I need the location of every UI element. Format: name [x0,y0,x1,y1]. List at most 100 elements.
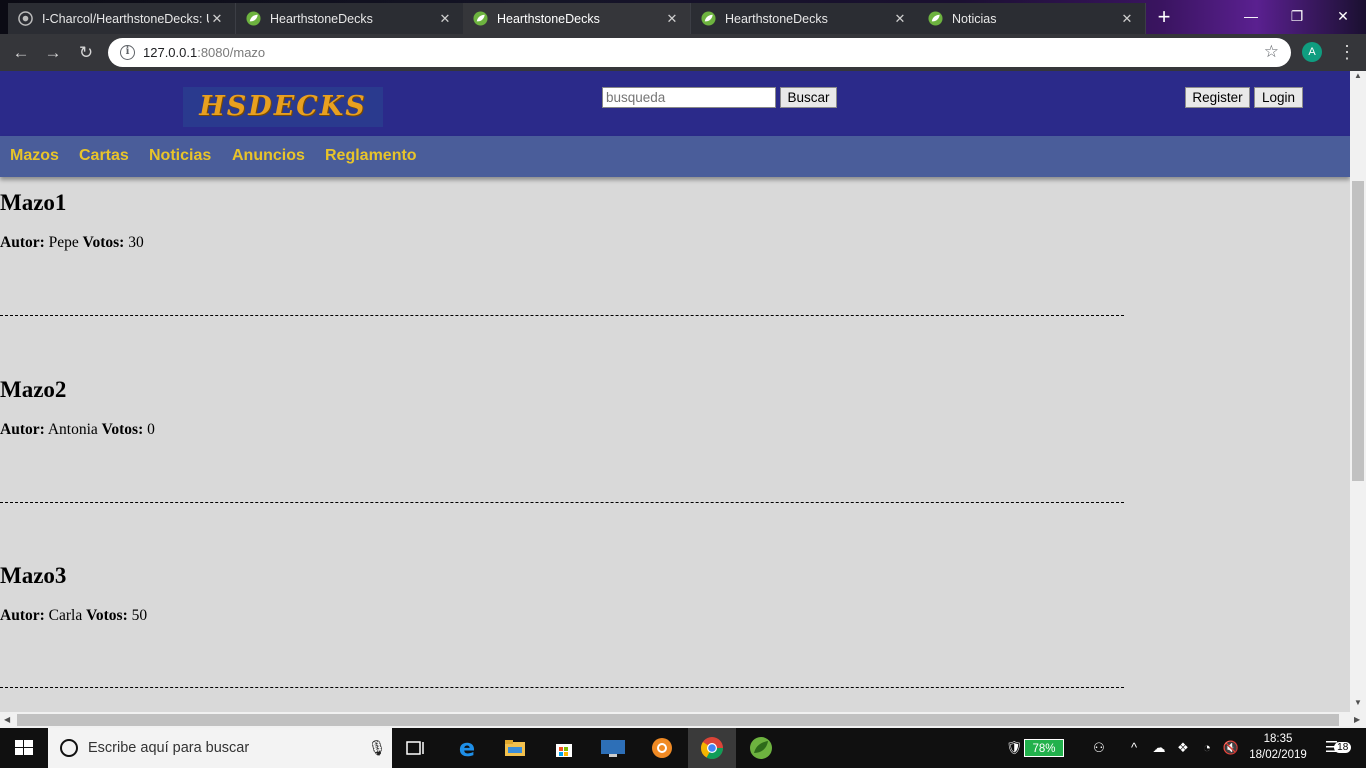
browser-tab-strip: I-Charcol/HearthstoneDecks: U ✕ Hearthst… [0,0,1366,34]
minimize-window-button[interactable]: — [1228,0,1274,32]
scroll-down-arrow-icon[interactable]: ▼ [1350,698,1366,707]
site-logo[interactable]: HSDECKS [183,87,383,127]
deck-title[interactable]: Mazo2 [0,377,1124,403]
browser-tab[interactable]: Noticias ✕ [918,3,1146,34]
site-info-icon[interactable]: i [120,45,135,60]
deck-meta: Autor: Antonia Votos: 0 [0,421,1124,439]
votes-label: Votos: [86,607,128,624]
author-label: Autor: [0,607,45,624]
action-center-icon[interactable]: ☰18 [1320,728,1356,768]
votes-label: Votos: [101,421,144,438]
nav-item-mazos[interactable]: Mazos [10,147,59,165]
close-window-button[interactable]: ✕ [1320,0,1366,32]
wifi-icon[interactable]: ◔ [1196,728,1218,768]
back-arrow-icon[interactable]: ← [9,41,33,65]
people-icon[interactable]: ⚇ [1088,728,1110,768]
url-host: 127.0.0.1 [143,45,198,60]
new-tab-button[interactable]: + [1150,5,1178,31]
nav-item-anuncios[interactable]: Anuncios [232,147,305,165]
deck-title[interactable]: Mazo1 [0,190,1124,216]
spring-leaf-icon [928,11,943,26]
scroll-right-arrow-icon[interactable]: ▶ [1354,715,1360,724]
reload-icon[interactable]: ↻ [74,41,98,65]
votes-count: 50 [131,607,148,624]
spring-leaf-icon [246,11,261,26]
deck-item: Mazo2 Autor: Antonia Votos: 0 [0,377,1124,503]
bookmark-star-icon[interactable]: ☆ [1264,42,1279,62]
tab-title: HearthstoneDecks [725,11,828,26]
url-path: :8080/mazo [197,45,266,60]
vertical-scrollbar[interactable]: ▲ ▼ [1350,71,1366,714]
scroll-left-arrow-icon[interactable]: ◀ [4,715,10,724]
browser-tab[interactable]: HearthstoneDecks ✕ [691,3,919,34]
dashed-divider [0,315,1124,316]
horizontal-scrollbar[interactable]: ◀ ▶ [0,712,1366,728]
nav-item-reglamento[interactable]: Reglamento [325,147,417,165]
deck-title[interactable]: Mazo3 [0,563,1124,589]
login-button[interactable]: Login [1254,87,1303,108]
dropbox-icon[interactable]: ❖ [1172,728,1194,768]
task-view-icon[interactable] [392,728,440,768]
votes-count: 0 [147,421,155,438]
author-name: Antonia [47,421,98,438]
taskbar-search-box[interactable]: Escribe aquí para buscar 🎙 [48,728,392,768]
browser-tab-active[interactable]: HearthstoneDecks ✕ [463,3,691,34]
close-tab-icon[interactable]: ✕ [1119,11,1135,27]
file-explorer-icon[interactable] [491,728,539,768]
browser-menu-icon[interactable]: ⋮ [1338,40,1356,64]
scrollbar-thumb[interactable] [1352,181,1364,481]
chrome-icon[interactable] [688,728,736,768]
onedrive-cloud-icon[interactable]: ☁ [1148,728,1170,768]
tab-title: HearthstoneDecks [270,11,373,26]
settings-gear-app-icon[interactable] [638,728,686,768]
votes-count: 30 [128,234,144,251]
browser-toolbar: ← → ↻ i 127.0.0.1:8080/mazo ☆ A ⋮ [0,34,1366,71]
taskbar-search-placeholder: Escribe aquí para buscar [88,740,250,756]
clock-date: 18/02/2019 [1249,749,1307,761]
profile-avatar[interactable]: A [1302,42,1322,62]
windows-logo-icon [15,740,33,755]
address-bar[interactable]: i 127.0.0.1:8080/mazo ☆ [108,38,1291,67]
deck-meta: Autor: Pepe Votos: 30 [0,234,1124,252]
close-tab-icon[interactable]: ✕ [437,11,453,27]
forward-arrow-icon[interactable]: → [41,41,65,65]
restore-window-button[interactable]: ❐ [1274,0,1320,32]
chevron-up-icon[interactable]: ^ [1124,728,1144,768]
search-button[interactable]: Buscar [780,87,837,108]
start-button[interactable] [0,728,48,768]
dashed-divider [0,687,1124,688]
lenovo-app-icon[interactable] [589,728,637,768]
battery-indicator[interactable]: 78% [1024,739,1064,757]
nav-item-cartas[interactable]: Cartas [79,147,129,165]
clock-time: 18:35 [1263,733,1293,745]
deck-meta: Autor: Carla Votos: 50 [0,607,1124,625]
nav-item-noticias[interactable]: Noticias [149,147,211,165]
system-clock[interactable]: 18:35 18/02/2019 [1248,731,1308,763]
github-icon [18,11,33,26]
spring-tool-suite-icon[interactable] [737,728,785,768]
close-tab-icon[interactable]: ✕ [892,11,908,27]
author-label: Autor: [0,234,45,251]
search-input[interactable] [602,87,776,108]
taskbar: Escribe aquí para buscar 🎙 e 🛡 78% ⚇ ^ ☁… [0,728,1366,768]
browser-tab[interactable]: I-Charcol/HearthstoneDecks: U ✕ [8,3,236,34]
author-label: Autor: [0,421,45,438]
scroll-up-arrow-icon[interactable]: ▲ [1350,71,1366,80]
close-tab-icon[interactable]: ✕ [209,11,225,27]
register-button[interactable]: Register [1185,87,1250,108]
tab-title: I-Charcol/HearthstoneDecks: U [42,11,209,26]
spring-leaf-icon [701,11,716,26]
author-name: Carla [48,607,83,624]
microsoft-store-icon[interactable] [540,728,588,768]
scrollbar-thumb[interactable] [17,714,1339,726]
microphone-icon[interactable]: 🎙 [362,739,392,757]
notification-count: 18 [1334,742,1352,753]
volume-muted-icon[interactable]: 🔇 [1220,728,1242,768]
edge-browser-icon[interactable]: e [443,728,491,768]
deck-item: Mazo1 Autor: Pepe Votos: 30 [0,190,1124,316]
dashed-divider [0,502,1124,503]
security-shield-icon[interactable]: 🛡 [1004,728,1024,768]
browser-tab[interactable]: HearthstoneDecks ✕ [236,3,464,34]
tab-title: HearthstoneDecks [497,11,600,26]
close-tab-icon[interactable]: ✕ [664,11,680,27]
